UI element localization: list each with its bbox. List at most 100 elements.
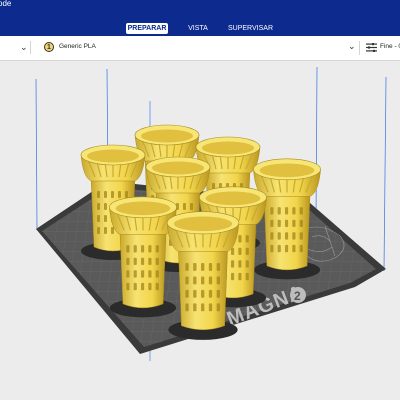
- vent-slot: [231, 260, 235, 268]
- material-selector[interactable]: 1 Generic PLA ⌄: [40, 40, 358, 56]
- vent-slot: [270, 219, 274, 228]
- vent-slot: [292, 207, 296, 215]
- vent-slot: [155, 245, 159, 253]
- vent-slot: [216, 263, 221, 271]
- vent-slot: [104, 227, 107, 234]
- model-opening: [152, 161, 204, 175]
- vent-slot: [126, 257, 130, 266]
- extruder-icon: 1: [44, 42, 54, 52]
- vent-slot: [201, 276, 205, 285]
- vent-slot: [238, 235, 242, 243]
- model-body: [119, 230, 167, 309]
- print-profile-label: Fine - 0.1: [380, 43, 400, 50]
- vent-slot: [231, 272, 235, 281]
- model-opening: [259, 163, 315, 178]
- vent-slot: [104, 203, 107, 210]
- vent-slot: [299, 232, 303, 240]
- vent-slot: [245, 272, 249, 281]
- vent-slot: [193, 289, 197, 298]
- vent-slot: [104, 215, 107, 222]
- vent-slot: [238, 272, 242, 281]
- chevron-down-icon: ⌄: [20, 42, 28, 52]
- model-opening: [115, 201, 171, 216]
- vent-slot: [126, 282, 130, 291]
- model-body: [263, 192, 311, 271]
- vent-slot: [97, 191, 100, 198]
- app-header: ode PREPARAR VISTA PREVIA SUPERVISAR: [0, 0, 400, 43]
- vent-slot: [185, 289, 189, 298]
- bed-logo-badge: 2: [294, 289, 301, 303]
- sliders-icon: [366, 43, 377, 52]
- vent-slot: [277, 244, 281, 253]
- tab-monitor[interactable]: SUPERVISAR: [228, 23, 273, 34]
- vent-slot: [216, 303, 221, 312]
- vent-slot: [201, 263, 205, 271]
- vent-slot: [216, 276, 221, 285]
- vent-slot: [299, 207, 303, 215]
- vent-slot: [208, 289, 213, 298]
- tab-prepare[interactable]: PREPARAR: [126, 23, 168, 34]
- window-title: ode: [0, 0, 12, 8]
- model-body: [178, 247, 228, 331]
- build-volume-view: MAGNA 2: [35, 66, 387, 361]
- vent-slot: [299, 219, 303, 228]
- vent-slot: [185, 276, 189, 285]
- vent-slot: [285, 232, 289, 240]
- vent-slot: [193, 263, 197, 271]
- vent-slot: [193, 303, 197, 312]
- vent-slot: [155, 282, 159, 291]
- vent-slot: [97, 215, 100, 222]
- vent-slot: [141, 282, 145, 291]
- vent-slot: [183, 203, 186, 210]
- vent-slot: [148, 270, 152, 278]
- vent-slot: [118, 191, 121, 198]
- vent-slot: [141, 245, 145, 253]
- tab-preview[interactable]: VISTA PREVIA: [176, 23, 220, 43]
- vent-slot: [155, 270, 159, 278]
- vent-slot: [292, 232, 296, 240]
- vent-slot: [270, 207, 274, 215]
- print-settings-button[interactable]: Fine - 0.1: [362, 40, 400, 56]
- vent-slot: [126, 270, 130, 278]
- vent-slot: [285, 244, 289, 253]
- model-opening: [205, 191, 261, 206]
- vent-slot: [208, 303, 213, 312]
- model-opening: [141, 129, 193, 143]
- vent-slot: [155, 257, 159, 266]
- vent-slot: [216, 289, 221, 298]
- vent-slot: [185, 303, 189, 312]
- vent-slot: [125, 191, 128, 198]
- toolbar: ⌄ 1 Generic PLA ⌄ Fine - 0.1: [0, 36, 400, 61]
- vent-slot: [270, 244, 274, 253]
- vent-slot: [133, 257, 137, 266]
- vent-slot: [141, 257, 145, 266]
- vent-slot: [133, 270, 137, 278]
- vent-slot: [245, 260, 249, 268]
- vent-slot: [285, 207, 289, 215]
- model-opening: [202, 141, 254, 155]
- material-label: Generic PLA: [59, 43, 96, 50]
- vent-slot: [104, 191, 107, 198]
- vent-slot: [245, 235, 249, 243]
- vent-slot: [277, 219, 281, 228]
- vent-slot: [141, 270, 145, 278]
- vent-slot: [238, 260, 242, 268]
- vent-slot: [111, 227, 114, 234]
- printer-selector[interactable]: ⌄: [0, 41, 31, 54]
- vent-slot: [277, 232, 281, 240]
- vent-slot: [148, 245, 152, 253]
- vent-slot: [201, 303, 205, 312]
- vent-slot: [193, 276, 197, 285]
- vent-slot: [285, 219, 289, 228]
- vent-slot: [277, 207, 281, 215]
- toolbar-divider: [359, 41, 360, 55]
- vent-slot: [133, 245, 137, 253]
- vent-slot: [292, 219, 296, 228]
- vent-slot: [208, 276, 213, 285]
- vent-slot: [208, 263, 213, 271]
- chevron-down-icon: ⌄: [348, 41, 356, 51]
- 3d-viewport[interactable]: MAGNA 2: [0, 61, 400, 400]
- vent-slot: [133, 282, 137, 291]
- vent-slot: [97, 203, 100, 210]
- vent-slot: [185, 263, 189, 271]
